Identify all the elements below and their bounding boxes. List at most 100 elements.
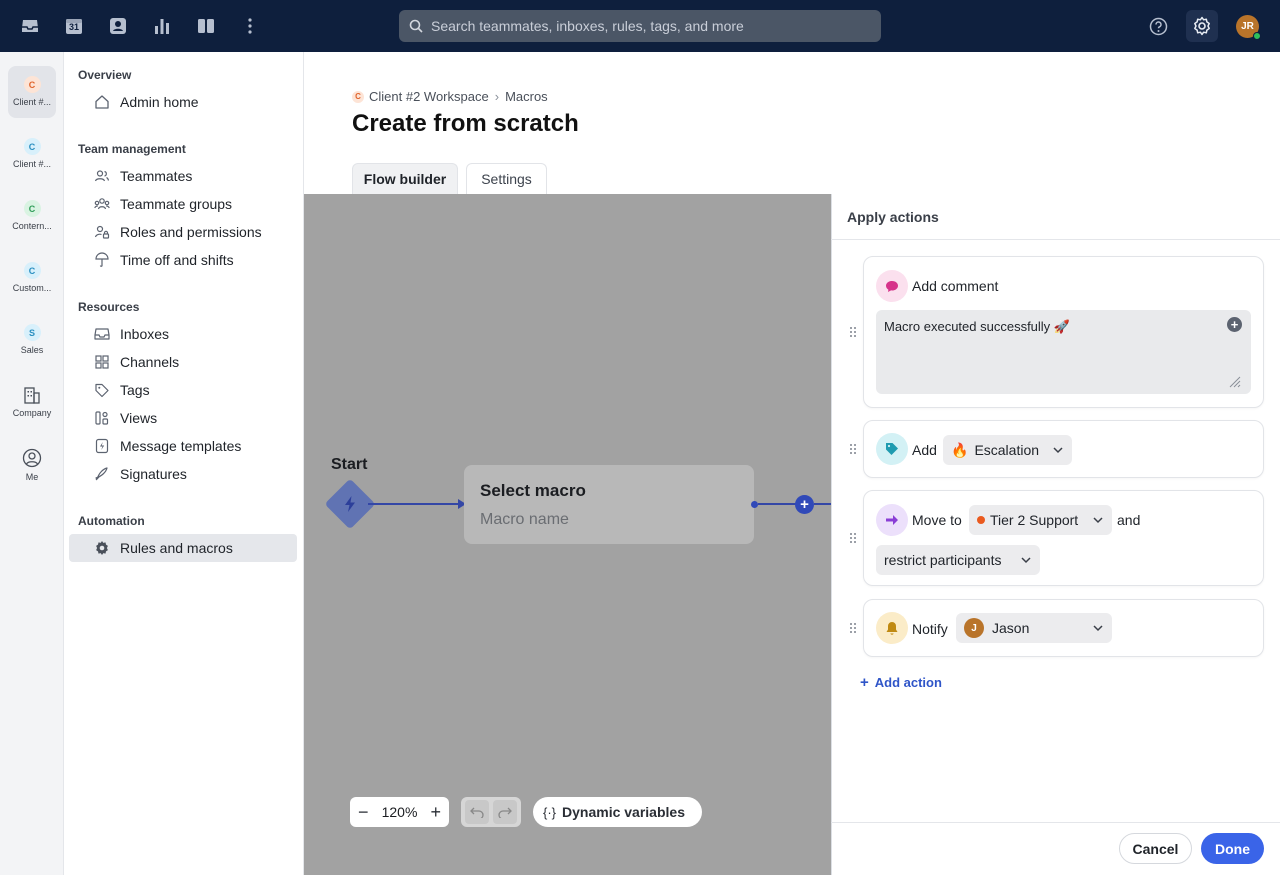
undo-button[interactable] <box>465 800 489 824</box>
user-lock-icon <box>93 223 111 241</box>
fire-emoji: 🔥 <box>951 441 969 458</box>
workspace-label: Client #... <box>12 159 52 169</box>
comment-icon <box>876 270 908 302</box>
insert-variable-button[interactable]: + <box>1227 317 1242 332</box>
cancel-button[interactable]: Cancel <box>1119 833 1192 864</box>
chevron-down-icon <box>1021 557 1031 564</box>
section-automation: Automation <box>78 514 145 528</box>
start-label: Start <box>331 456 368 473</box>
nav-item-admin-home[interactable]: Admin home <box>69 88 297 116</box>
nav-item-tags[interactable]: Tags <box>69 376 297 404</box>
user-avatar[interactable]: JR <box>1236 15 1261 40</box>
nav-item-signatures[interactable]: Signatures <box>69 460 297 488</box>
breadcrumb-macros[interactable]: Macros <box>505 89 548 104</box>
zoom-out-button[interactable]: − <box>358 802 369 823</box>
workspace-label: Company <box>12 408 52 418</box>
participants-select[interactable]: restrict participants <box>876 545 1040 575</box>
workspace-badge: C <box>23 76 41 93</box>
undo-icon <box>470 807 484 818</box>
add-step-button[interactable]: + <box>795 495 814 514</box>
nav-item-rules-macros[interactable]: Rules and macros <box>69 534 297 562</box>
calendar-day: 31 <box>68 22 79 32</box>
workspace-client-2[interactable]: C Client #... <box>8 128 56 180</box>
section-overview: Overview <box>78 68 132 82</box>
nav-item-message-templates[interactable]: Message templates <box>69 432 297 460</box>
split-view-icon[interactable] <box>194 14 218 38</box>
resize-handle-icon[interactable] <box>1229 376 1241 388</box>
drag-handle-icon[interactable] <box>848 531 858 545</box>
gear-icon <box>93 539 111 557</box>
nav-label: Channels <box>120 354 180 370</box>
workspace-custom[interactable]: C Custom... <box>8 252 56 304</box>
bell-icon <box>876 612 908 644</box>
search-placeholder: Search teammates, inboxes, rules, tags, … <box>431 18 744 34</box>
select-macro-node[interactable]: Select macro Macro name <box>464 465 754 544</box>
global-search-input[interactable]: Search teammates, inboxes, rules, tags, … <box>399 10 881 42</box>
tab-settings[interactable]: Settings <box>466 163 547 194</box>
settings-button[interactable] <box>1186 10 1218 42</box>
workspace-badge: S <box>23 324 41 341</box>
nav-item-roles-permissions[interactable]: Roles and permissions <box>69 218 297 246</box>
analytics-icon[interactable] <box>150 14 174 38</box>
add-action-label: Add action <box>874 675 942 690</box>
online-status-dot <box>1253 32 1261 40</box>
node-output-handle[interactable] <box>751 501 758 508</box>
drag-handle-icon[interactable] <box>848 442 858 456</box>
calendar-icon[interactable]: 31 <box>62 14 86 38</box>
drag-handle-icon[interactable] <box>848 325 858 339</box>
gear-icon <box>1194 16 1210 36</box>
nav-item-teammates[interactable]: Teammates <box>69 162 297 190</box>
tab-flow-builder[interactable]: Flow builder <box>352 163 458 194</box>
workspace-client-1[interactable]: C Client #... <box>8 66 56 118</box>
nav-label: Time off and shifts <box>120 252 234 268</box>
nav-label: Message templates <box>120 438 242 454</box>
workspace-sales[interactable]: S Sales <box>8 314 56 366</box>
umbrella-icon <box>93 251 111 269</box>
nav-item-views[interactable]: Views <box>69 404 297 432</box>
more-icon[interactable] <box>238 14 262 38</box>
zoom-control: − 120% + <box>350 797 449 827</box>
history-controls <box>461 797 521 827</box>
drag-handle-icon[interactable] <box>848 621 858 635</box>
nav-item-time-off[interactable]: Time off and shifts <box>69 246 297 274</box>
grid-icon <box>93 353 111 371</box>
dynamic-variables-button[interactable]: {·} Dynamic variables <box>533 797 702 827</box>
flow-edge <box>368 503 460 505</box>
workspace-contern[interactable]: C Contern... <box>8 190 56 242</box>
admin-nav-sidebar: Overview Admin home Team management Team… <box>64 52 304 875</box>
contacts-icon[interactable] <box>106 14 130 38</box>
nav-item-teammate-groups[interactable]: Teammate groups <box>69 190 297 218</box>
add-action-button[interactable]: + Add action <box>860 674 942 691</box>
nav-item-channels[interactable]: Channels <box>69 348 297 376</box>
workspace-me[interactable]: Me <box>8 438 56 490</box>
flow-edge <box>758 503 796 505</box>
chevron-down-icon <box>1053 447 1063 454</box>
template-bolt-icon <box>93 437 111 455</box>
search-icon <box>409 19 423 33</box>
user-circle-icon <box>22 448 42 468</box>
done-button[interactable]: Done <box>1201 833 1264 864</box>
action-label: Add <box>912 442 937 458</box>
tag-icon <box>876 433 908 465</box>
braces-icon: {·} <box>543 804 557 820</box>
status-dot <box>977 516 985 524</box>
help-icon[interactable] <box>1146 14 1170 38</box>
building-icon <box>24 387 40 404</box>
bolt-icon <box>340 494 360 514</box>
zoom-in-button[interactable]: + <box>430 802 441 823</box>
workspace-badge: C <box>23 262 41 279</box>
breadcrumb-workspace[interactable]: Client #2 Workspace <box>369 89 489 104</box>
inbox-icon[interactable] <box>18 14 42 38</box>
tag-select[interactable]: 🔥 Escalation <box>943 435 1072 465</box>
workspace-company[interactable]: Company <box>8 376 56 428</box>
redo-button[interactable] <box>493 800 517 824</box>
section-resources: Resources <box>78 300 140 314</box>
teammate-avatar: J <box>964 618 984 638</box>
chevron-down-icon <box>1093 517 1103 524</box>
nav-item-inboxes[interactable]: Inboxes <box>69 320 297 348</box>
inbox-select[interactable]: Tier 2 Support <box>969 505 1112 535</box>
pen-icon <box>93 465 111 483</box>
comment-textarea[interactable]: Macro executed successfully 🚀 <box>876 310 1251 394</box>
dynamic-variables-label: Dynamic variables <box>562 804 685 820</box>
teammate-select[interactable]: J Jason <box>956 613 1112 643</box>
